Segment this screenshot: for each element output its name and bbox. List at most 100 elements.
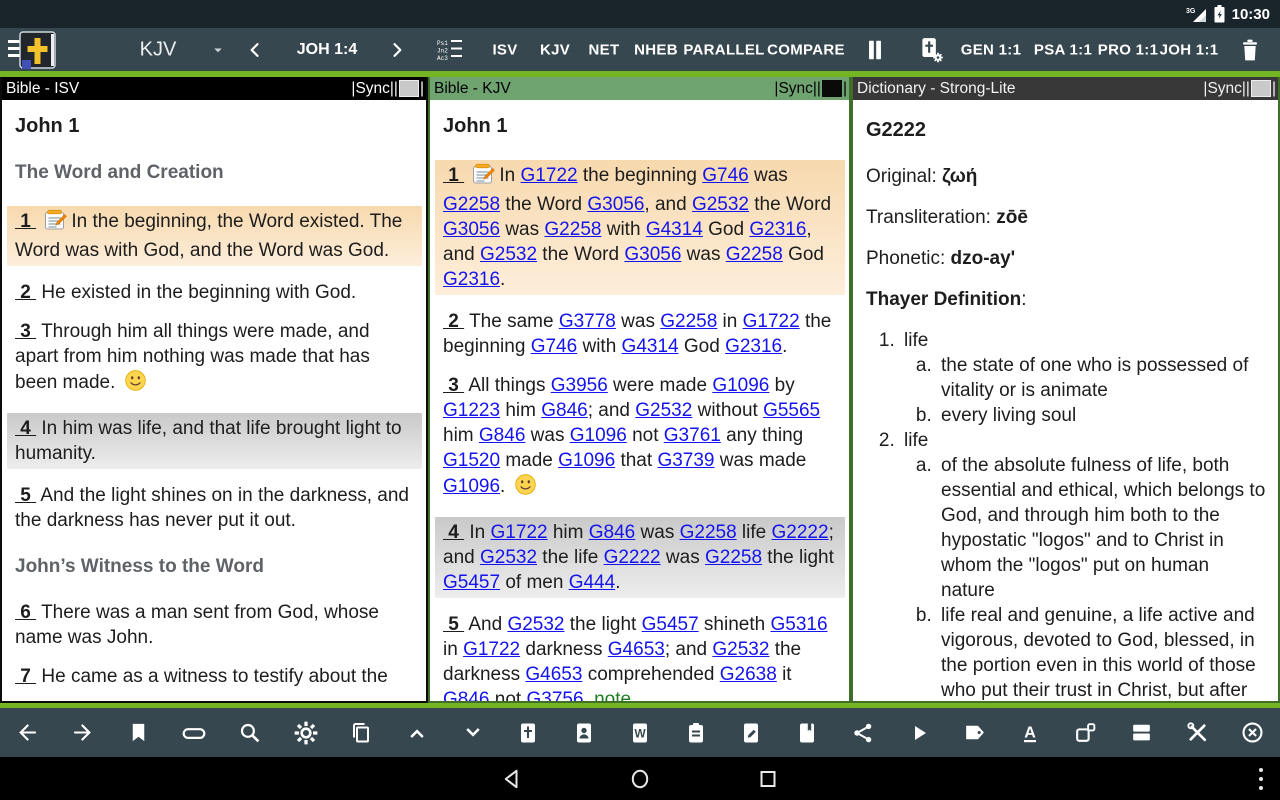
verse-4[interactable]: 4 In him was life, and that life brought… [7,413,422,469]
verse-3[interactable]: 3 Through him all things were made, and … [15,319,414,399]
strong-link[interactable]: G4314 [646,219,703,240]
translation-tab-net[interactable]: NET [589,41,620,58]
dictionary-panel-body[interactable]: G2222 Original: ζωήTransliteration: zōēP… [853,100,1278,701]
close-icon[interactable] [1240,720,1266,746]
strong-link[interactable]: G1223 [443,400,500,421]
translation-tab-kjv[interactable]: KJV [540,41,570,58]
commentary-icon[interactable] [571,720,597,746]
strong-link[interactable]: G1722 [491,522,548,543]
verse-number[interactable]: 4 [443,522,464,543]
verse-number[interactable]: 3 [15,321,36,342]
strong-link[interactable]: G1096 [443,476,500,497]
strong-link[interactable]: G5457 [443,572,500,593]
previous-verse-button[interactable] [245,40,265,60]
split-panes-icon[interactable] [862,36,888,64]
journal-icon[interactable] [683,720,709,746]
strong-link[interactable]: G5565 [763,400,820,421]
strong-link[interactable]: G2532 [712,639,769,660]
strong-link[interactable]: G2532 [692,194,749,215]
strong-link[interactable]: G2532 [507,614,564,635]
strong-link[interactable]: G2532 [480,244,537,265]
strong-link[interactable]: G2638 [720,664,777,685]
android-home-button[interactable] [628,767,652,791]
edit-note-icon[interactable] [738,720,764,746]
remote-window-icon[interactable] [1073,720,1099,746]
next-verse-button[interactable] [387,40,407,60]
strong-link[interactable]: G846 [479,425,525,446]
strong-link[interactable]: G846 [443,689,489,701]
bible-settings-icon[interactable] [917,36,945,64]
copy-icon[interactable] [348,720,374,746]
note-icon[interactable] [44,209,68,231]
strong-link[interactable]: G3756 [526,689,583,701]
strong-link[interactable]: G3056 [443,219,500,240]
verse-7[interactable]: 7 He came as a witness to testify about … [15,664,414,689]
book-icon[interactable] [794,720,820,746]
strong-link[interactable]: G2316 [749,219,806,240]
strong-link[interactable]: G1722 [743,311,800,332]
strong-link[interactable]: G846 [541,400,587,421]
expand-down-icon[interactable] [460,720,486,746]
strong-link[interactable]: G1096 [558,450,615,471]
strong-link[interactable]: G5457 [642,614,699,635]
strong-link[interactable]: G2258 [544,219,601,240]
translation-tab-nheb[interactable]: NHEB [634,41,678,58]
strong-link[interactable]: G3056 [587,194,644,215]
android-back-button[interactable] [500,767,524,791]
isv-panel-body[interactable]: John 1 The Word and Creation 1 In the be… [2,100,426,701]
strong-link[interactable]: G3739 [657,450,714,471]
kjv-panel-header[interactable]: Bible - KJV |Sync|| | [430,77,849,100]
strong-link[interactable]: G2258 [660,311,717,332]
isv-resize-grip[interactable] [399,80,419,97]
isv-panel-header[interactable]: Bible - ISV |Sync|| | [2,77,426,100]
verse-number[interactable]: 2 [15,282,36,303]
strong-link[interactable]: G1096 [570,425,627,446]
kjv-sync-toggle[interactable]: |Sync|| [774,80,821,98]
highlight-icon[interactable] [181,720,207,746]
bible-icon[interactable] [515,720,541,746]
verse-6[interactable]: 6 There was a man sent from God, whose n… [15,600,414,650]
tag-icon[interactable] [961,720,987,746]
strong-link[interactable]: G3761 [664,425,721,446]
verse-2[interactable]: 2 He existed in the beginning with God. [15,280,414,305]
verse-3[interactable]: 3 All things G3956 were made G1096 by G1… [443,373,837,503]
strong-link[interactable]: G2222 [604,547,661,568]
strong-link[interactable]: G2258 [443,194,500,215]
strong-link[interactable]: G3778 [559,311,616,332]
strong-link[interactable]: G2532 [480,547,537,568]
note-icon[interactable] [472,163,496,185]
translation-tab-parallel[interactable]: PARALLEL [683,41,764,58]
android-recents-button[interactable] [756,767,780,791]
verse-number[interactable]: 7 [15,666,36,687]
dictionary-panel-header[interactable]: Dictionary - Strong-Lite |Sync|| | [853,77,1278,100]
strong-link[interactable]: G4653 [525,664,582,685]
strong-link[interactable]: G1520 [443,450,500,471]
verse-number[interactable]: 1 [443,165,464,186]
back-icon[interactable] [14,720,40,746]
strong-link[interactable]: G2316 [443,269,500,290]
settings-icon[interactable] [293,720,319,746]
verse-number[interactable]: 3 [443,375,464,396]
forward-icon[interactable] [70,720,96,746]
strong-link[interactable]: G2258 [680,522,737,543]
verse-1[interactable]: 1 In G1722 the beginning G746 was G2258 … [435,160,845,295]
verse-number[interactable]: 5 [443,614,464,635]
strong-link[interactable]: G3056 [624,244,681,265]
kjv-resize-grip[interactable] [822,80,842,97]
search-icon[interactable] [237,720,263,746]
strong-link[interactable]: G2258 [705,547,762,568]
verse-number[interactable]: 1 [15,211,36,232]
strong-link[interactable]: G2316 [725,336,782,357]
verse-1[interactable]: 1 In the beginning, the Word existed. Th… [7,206,422,266]
strong-link[interactable]: G746 [531,336,577,357]
strong-link[interactable]: G5316 [770,614,827,635]
bookmark-icon[interactable] [125,720,151,746]
play-icon[interactable] [906,720,932,746]
translation-tab-compare[interactable]: COMPARE [767,41,845,58]
note-link[interactable]: note [594,689,631,701]
collapse-up-icon[interactable] [404,720,430,746]
app-icon[interactable] [8,30,64,70]
history-item-pro-1-1[interactable]: PRO 1:1 [1098,41,1158,58]
verse-list-icon[interactable]: Ps1Jn2Ac3 [437,37,467,63]
history-item-joh-1-1[interactable]: JOH 1:1 [1160,41,1219,58]
